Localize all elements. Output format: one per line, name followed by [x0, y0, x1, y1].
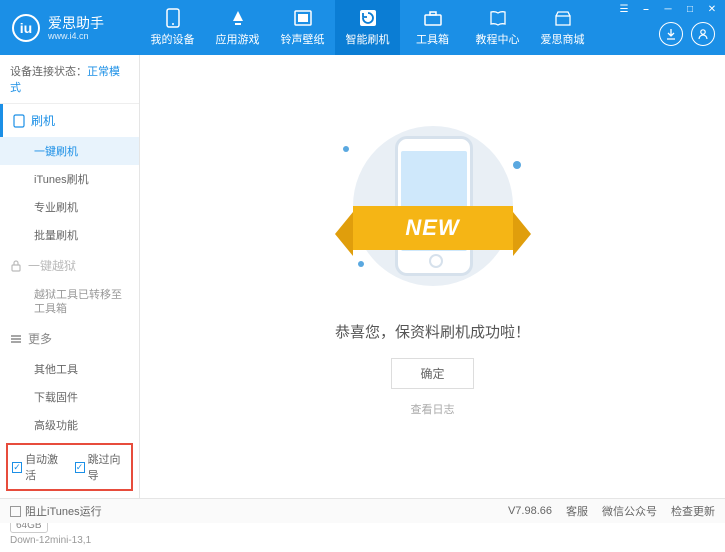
toolbox-icon	[423, 8, 443, 28]
flash-list: 一键刷机 iTunes刷机 专业刷机 批量刷机	[0, 137, 139, 249]
checkbox-label: 跳过向导	[88, 451, 127, 483]
pin-icon[interactable]: ⎯	[639, 2, 653, 16]
nav-label: 应用游戏	[216, 31, 260, 47]
sidebar-item-download-firmware[interactable]: 下载固件	[0, 383, 139, 411]
download-button[interactable]	[659, 22, 683, 46]
connection-status: 设备连接状态：正常模式	[0, 55, 139, 104]
store-icon	[553, 8, 573, 28]
refresh-icon	[358, 8, 378, 28]
window-controls: ☰ ⎯ ─ □ ✕	[617, 2, 719, 16]
version-text: V7.98.66	[508, 505, 552, 517]
options-highlight-box: ✓ 自动激活 ✓ 跳过向导	[6, 443, 133, 491]
app-url: www.i4.cn	[48, 31, 104, 41]
check-icon: ✓	[12, 462, 22, 473]
nav-label: 我的设备	[151, 31, 195, 47]
footer-right: V7.98.66 客服 微信公众号 检查更新	[508, 503, 715, 519]
phone-icon	[163, 8, 183, 28]
nav-ringtones[interactable]: 铃声壁纸	[270, 0, 335, 55]
logo-area: iu 爱思助手 www.i4.cn	[0, 14, 140, 42]
menu-icon[interactable]: ☰	[617, 2, 631, 16]
checkbox-block-itunes[interactable]: 阻止iTunes运行	[10, 503, 102, 519]
sidebar-item-oneclick-flash[interactable]: 一键刷机	[0, 137, 139, 165]
customer-service-link[interactable]: 客服	[566, 503, 588, 519]
status-label: 设备连接状态：	[10, 66, 87, 78]
sidebar-item-pro-flash[interactable]: 专业刷机	[0, 193, 139, 221]
lock-icon	[10, 260, 22, 272]
sparkle-icon	[358, 261, 364, 267]
checkbox-auto-activate[interactable]: ✓ 自动激活	[12, 451, 65, 483]
more-list: 其他工具 下载固件 高级功能	[0, 355, 139, 439]
maximize-icon[interactable]: □	[683, 2, 697, 16]
close-icon[interactable]: ✕	[705, 2, 719, 16]
check-icon: ✓	[75, 462, 85, 473]
body-area: 设备连接状态：正常模式 刷机 一键刷机 iTunes刷机 专业刷机 批量刷机 一…	[0, 55, 725, 498]
section-label: 刷机	[31, 112, 55, 129]
nav-label: 智能刷机	[346, 31, 390, 47]
sidebar-item-advanced[interactable]: 高级功能	[0, 411, 139, 439]
success-illustration: NEW	[323, 116, 543, 296]
book-icon	[488, 8, 508, 28]
section-label: 一键越狱	[28, 257, 76, 274]
success-message: 恭喜您，保资料刷机成功啦！	[335, 321, 530, 342]
logo-text: 爱思助手 www.i4.cn	[48, 15, 104, 41]
nav-my-device[interactable]: 我的设备	[140, 0, 205, 55]
apps-icon	[228, 8, 248, 28]
jailbreak-note: 越狱工具已转移至工具箱	[0, 282, 139, 322]
nav-store[interactable]: 爱思商城	[530, 0, 595, 55]
sidebar: 设备连接状态：正常模式 刷机 一键刷机 iTunes刷机 专业刷机 批量刷机 一…	[0, 55, 140, 498]
nav-label: 工具箱	[416, 31, 449, 47]
ok-button[interactable]: 确定	[391, 358, 473, 389]
footer: 阻止iTunes运行 V7.98.66 客服 微信公众号 检查更新	[0, 498, 725, 523]
sidebar-section-flash[interactable]: 刷机	[0, 104, 139, 137]
sparkle-icon	[343, 146, 349, 152]
main-nav: 我的设备 应用游戏 铃声壁纸 智能刷机 工具箱 教程中心 爱思商城	[140, 0, 595, 55]
ribbon-icon: NEW	[333, 206, 533, 250]
checkbox-label: 阻止iTunes运行	[25, 503, 102, 519]
checkbox-label: 自动激活	[25, 451, 64, 483]
list-icon	[10, 333, 22, 345]
app-logo-icon: iu	[12, 14, 40, 42]
header: iu 爱思助手 www.i4.cn 我的设备 应用游戏 铃声壁纸 智能刷机 工具…	[0, 0, 725, 55]
nav-tutorials[interactable]: 教程中心	[465, 0, 530, 55]
phone-small-icon	[13, 114, 25, 128]
nav-label: 铃声壁纸	[281, 31, 325, 47]
check-update-link[interactable]: 检查更新	[671, 503, 715, 519]
nav-toolbox[interactable]: 工具箱	[400, 0, 465, 55]
wechat-link[interactable]: 微信公众号	[602, 503, 657, 519]
checkbox-skip-guide[interactable]: ✓ 跳过向导	[75, 451, 128, 483]
checkbox-empty-icon	[10, 506, 21, 517]
nav-apps-games[interactable]: 应用游戏	[205, 0, 270, 55]
sidebar-item-itunes-flash[interactable]: iTunes刷机	[0, 165, 139, 193]
sidebar-item-batch-flash[interactable]: 批量刷机	[0, 221, 139, 249]
section-label: 更多	[28, 330, 52, 347]
nav-label: 教程中心	[476, 31, 520, 47]
minimize-icon[interactable]: ─	[661, 2, 675, 16]
header-actions	[659, 22, 715, 46]
device-firmware: Down-12mini-13,1	[10, 535, 129, 546]
nav-label: 爱思商城	[541, 31, 585, 47]
app-title: 爱思助手	[48, 15, 104, 31]
user-button[interactable]	[691, 22, 715, 46]
view-log-link[interactable]: 查看日志	[411, 401, 455, 417]
sidebar-item-other-tools[interactable]: 其他工具	[0, 355, 139, 383]
sidebar-section-jailbreak[interactable]: 一键越狱	[0, 249, 139, 282]
sidebar-section-more[interactable]: 更多	[0, 322, 139, 355]
sparkle-icon	[513, 161, 521, 169]
footer-left: 阻止iTunes运行	[10, 503, 102, 519]
ribbon-text: NEW	[353, 206, 513, 250]
nav-smart-flash[interactable]: 智能刷机	[335, 0, 400, 55]
wallpaper-icon	[293, 8, 313, 28]
main-content: NEW 恭喜您，保资料刷机成功啦！ 确定 查看日志	[140, 55, 725, 498]
